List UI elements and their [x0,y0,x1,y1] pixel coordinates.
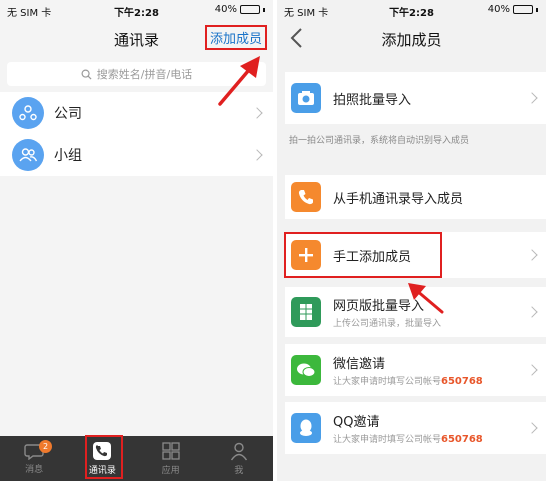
battery-indicator: 40% [488,4,538,15]
battery-icon [240,5,260,14]
excel-icon [291,297,321,327]
qq-company-account: 650768 [441,434,483,445]
battery-icon [513,5,533,14]
unread-badge: 2 [39,440,52,453]
tab-label: 消息 [25,465,44,475]
photo-import-item[interactable]: 拍照批量导入 [285,72,546,124]
status-bar: 无 SIM 卡 下午2:28 40% [277,0,546,20]
add-member-screen: 无 SIM 卡 下午2:28 40% 添加成员 拍照批量导入 拍一拍公司通讯录，… [277,0,546,481]
tab-label: 我 [234,466,244,476]
tab-messages[interactable]: 2 消息 [0,436,68,481]
add-member-button[interactable]: 添加成员 [204,25,267,50]
list-item-label: 公司 [54,106,82,122]
tab-label: 应用 [161,466,180,476]
annotation-arrow-icon [218,56,260,106]
qq-invite-subtitle: 让大家申请时填写公司帐号650768 [333,432,483,445]
camera-icon [291,83,321,113]
group-icon [12,139,44,171]
chevron-right-icon [526,249,538,261]
chevron-right-icon [526,306,538,318]
chevron-right-icon [526,92,538,104]
qq-icon [291,413,321,443]
search-icon [81,69,92,80]
phone-contacts-import-title: 从手机通讯录导入成员 [333,191,464,207]
page-title: 添加成员 [381,31,442,49]
status-bar: 无 SIM 卡 下午2:28 40% [0,0,273,20]
chevron-right-icon [526,364,538,376]
chevron-right-icon [526,422,538,434]
plus-icon [291,240,321,270]
list-item-label: 小组 [54,148,82,164]
battery-indicator: 40% [215,4,265,15]
tab-bar: 2 消息 通讯录 应用 我 [0,436,273,481]
profile-icon [230,442,247,461]
photo-import-hint: 拍一拍公司通讯录，系统将自动识别导入成员 [289,136,470,146]
list-item-group[interactable]: 小组 [0,134,273,176]
tab-contacts[interactable]: 通讯录 [68,436,136,481]
tab-label: 通讯录 [88,466,116,476]
wechat-icon [291,355,321,385]
manual-add-item[interactable]: 手工添加成员 [285,232,546,278]
qq-invite-title: QQ邀请 [333,415,380,430]
search-placeholder: 搜索姓名/拼音/电话 [96,68,193,81]
wechat-invite-item[interactable]: 微信邀请 让大家申请时填写公司帐号650768 [285,344,546,396]
apps-icon [161,442,180,460]
annotation-arrow-icon [408,283,444,314]
phone-icon [291,182,321,212]
qq-invite-subtitle-text: 让大家申请时填写公司帐号 [333,435,442,445]
wechat-company-account: 650768 [441,376,483,387]
phone-contacts-import-item[interactable]: 从手机通讯录导入成员 [285,175,546,219]
wechat-invite-subtitle-text: 让大家申请时填写公司帐号 [333,377,442,387]
photo-import-title: 拍照批量导入 [333,92,412,108]
battery-percent: 40% [214,4,237,15]
battery-percent: 40% [487,4,510,15]
nav-bar: 添加成员 [277,20,546,58]
chevron-right-icon [251,149,263,161]
qq-invite-item[interactable]: QQ邀请 让大家申请时填写公司帐号650768 [285,402,546,454]
contacts-screen: 无 SIM 卡 下午2:28 40% 通讯录 添加成员 搜索姓名/拼音/电话 公… [0,0,273,481]
company-icon [12,97,44,129]
manual-add-title: 手工添加成员 [333,249,412,265]
tab-profile[interactable]: 我 [205,436,273,481]
contacts-icon [93,442,112,460]
wechat-invite-subtitle: 让大家申请时填写公司帐号650768 [333,374,483,387]
tab-apps[interactable]: 应用 [137,436,205,481]
wechat-invite-title: 微信邀请 [333,357,386,372]
